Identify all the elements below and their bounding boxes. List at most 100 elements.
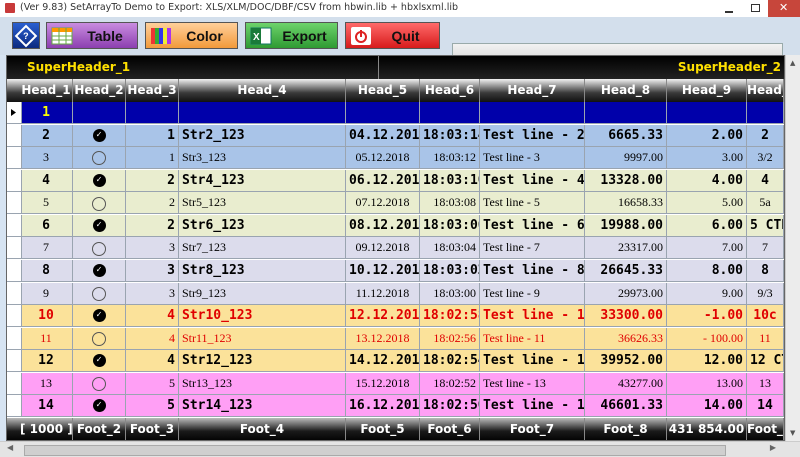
table-cell[interactable]: Str5_123 (179, 192, 346, 214)
row-checkbox[interactable] (73, 237, 126, 259)
table-cell[interactable]: 3.00 (667, 147, 747, 169)
table-cell[interactable]: 07.12.2018 (346, 192, 420, 214)
table-row[interactable]: 1 (7, 102, 784, 124)
table-cell[interactable]: 10 (20, 305, 73, 327)
table-cell[interactable] (585, 102, 667, 123)
row-checkbox[interactable] (73, 327, 126, 349)
table-row[interactable]: 3 1 Str3_123 05.12.2018 18:03:12 Test line - … (7, 147, 784, 170)
table-cell[interactable]: 2 (20, 124, 73, 146)
vertical-scrollbar[interactable]: ▲ ▼ (785, 55, 800, 441)
table-cell[interactable]: 7.00 (667, 237, 747, 259)
table-cell[interactable]: 08.12.2018 (346, 214, 420, 236)
table-cell[interactable]: 12.00 (667, 350, 747, 372)
table-cell[interactable]: 14.12.2018 (346, 350, 420, 372)
table-row[interactable]: 13 5 Str13_123 15.12.2018 18:02:52 Test line … (7, 372, 784, 395)
scroll-left-icon[interactable]: ◀ (7, 443, 13, 452)
scroll-right-icon[interactable]: ▶ (770, 443, 776, 452)
table-cell[interactable]: 05.12.2018 (346, 147, 420, 169)
column-header[interactable]: Head_2 (73, 79, 126, 102)
row-checkbox[interactable]: ✓ (73, 305, 126, 327)
column-header[interactable]: Head_1 (747, 79, 784, 102)
table-cell[interactable]: 12.12.2018 (346, 305, 420, 327)
table-cell[interactable]: 13 (20, 372, 73, 394)
table-cell[interactable]: 4.00 (667, 169, 747, 191)
column-header[interactable]: Head_4 (179, 79, 346, 102)
row-checkbox[interactable] (73, 102, 126, 123)
table-cell[interactable]: 18:03:12 (420, 147, 480, 169)
table-cell[interactable]: 4 (126, 305, 179, 327)
table-cell[interactable] (667, 102, 747, 123)
table-cell[interactable]: 12 СТР. (747, 350, 784, 372)
table-row[interactable]: 14 ✓ 5 Str14_123 16.12.2018 18:02:50 Test line… (7, 395, 784, 418)
table-cell[interactable]: 36626.33 (585, 327, 667, 349)
table-row[interactable]: 6 ✓ 2 Str6_123 08.12.2018 18:03:06 Test line -… (7, 214, 784, 237)
table-cell[interactable]: 2 (126, 169, 179, 191)
table-cell[interactable]: 2.00 (667, 124, 747, 146)
quit-button[interactable]: Quit (345, 22, 440, 49)
table-cell[interactable]: 26645.33 (585, 259, 667, 281)
table-row[interactable]: 2 ✓ 1 Str2_123 04.12.2018 18:03:14 Test line -… (7, 124, 784, 147)
table-row[interactable]: 12 ✓ 4 Str12_123 14.12.2018 18:02:54 Test line… (7, 350, 784, 373)
table-cell[interactable]: 1 (20, 102, 73, 123)
table-cell[interactable]: 12 (20, 350, 73, 372)
column-header[interactable]: Head_3 (126, 79, 179, 102)
table-cell[interactable]: 9 (20, 282, 73, 304)
table-cell[interactable]: Test line - 2 (480, 124, 585, 146)
table-cell[interactable]: 3/2 (747, 147, 784, 169)
table-cell[interactable]: 14 (20, 395, 73, 417)
row-checkbox[interactable] (73, 282, 126, 304)
table-cell[interactable]: Str12_123 (179, 350, 346, 372)
row-checkbox[interactable]: ✓ (73, 124, 126, 146)
table-cell[interactable]: 4 (126, 327, 179, 349)
table-cell[interactable]: 18:02:58 (420, 305, 480, 327)
row-checkbox[interactable] (73, 147, 126, 169)
table-cell[interactable]: 9/3 (747, 282, 784, 304)
table-cell[interactable]: 18:03:04 (420, 237, 480, 259)
table-cell[interactable]: 2 (126, 214, 179, 236)
table-cell[interactable]: Test line - 5 (480, 192, 585, 214)
table-cell[interactable]: Str7_123 (179, 237, 346, 259)
column-header[interactable]: Head_6 (420, 79, 480, 102)
table-cell[interactable]: 9.00 (667, 282, 747, 304)
table-cell[interactable]: 4 (747, 169, 784, 191)
table-cell[interactable] (747, 102, 784, 123)
table-cell[interactable]: Str8_123 (179, 259, 346, 281)
table-cell[interactable]: 11 (20, 327, 73, 349)
table-cell[interactable]: 3 (126, 259, 179, 281)
table-cell[interactable] (420, 102, 480, 123)
table-cell[interactable]: 7 (20, 237, 73, 259)
table-cell[interactable]: 9997.00 (585, 147, 667, 169)
table-row[interactable]: 5 2 Str5_123 07.12.2018 18:03:08 Test line - … (7, 192, 784, 215)
table-cell[interactable]: Str9_123 (179, 282, 346, 304)
table-cell[interactable]: 6.00 (667, 214, 747, 236)
table-cell[interactable]: 29973.00 (585, 282, 667, 304)
table-cell[interactable]: 5 (126, 372, 179, 394)
table-cell[interactable]: 18:03:14 (420, 124, 480, 146)
table-cell[interactable]: Test line - 9 (480, 282, 585, 304)
table-cell[interactable]: Str2_123 (179, 124, 346, 146)
row-checkbox[interactable]: ✓ (73, 350, 126, 372)
row-checkbox[interactable]: ✓ (73, 395, 126, 417)
table-cell[interactable]: 18:03:02 (420, 259, 480, 281)
table-row[interactable]: 11 4 Str11_123 13.12.2018 18:02:56 Test line … (7, 327, 784, 350)
table-cell[interactable]: Test line - 3 (480, 147, 585, 169)
close-window-button[interactable] (768, 0, 800, 17)
table-cell[interactable]: 6665.33 (585, 124, 667, 146)
table-cell[interactable]: 23317.00 (585, 237, 667, 259)
table-cell[interactable]: 8 (20, 259, 73, 281)
table-cell[interactable]: 11.12.2018 (346, 282, 420, 304)
table-cell[interactable]: 18:03:10 (420, 169, 480, 191)
help-button[interactable]: ? (12, 22, 40, 49)
table-cell[interactable]: 13328.00 (585, 169, 667, 191)
table-cell[interactable]: 6 (20, 214, 73, 236)
horizontal-scroll-thumb[interactable] (24, 445, 726, 456)
maximize-button[interactable] (742, 0, 768, 17)
table-cell[interactable]: 5.00 (667, 192, 747, 214)
table-cell[interactable]: 5 (126, 395, 179, 417)
table-cell[interactable]: Test line - 6 (480, 214, 585, 236)
table-cell[interactable]: 43277.00 (585, 372, 667, 394)
table-cell[interactable]: 18:02:54 (420, 350, 480, 372)
export-button[interactable]: X Export (245, 22, 338, 49)
table-cell[interactable]: 8 (747, 259, 784, 281)
table-cell[interactable]: 15.12.2018 (346, 372, 420, 394)
